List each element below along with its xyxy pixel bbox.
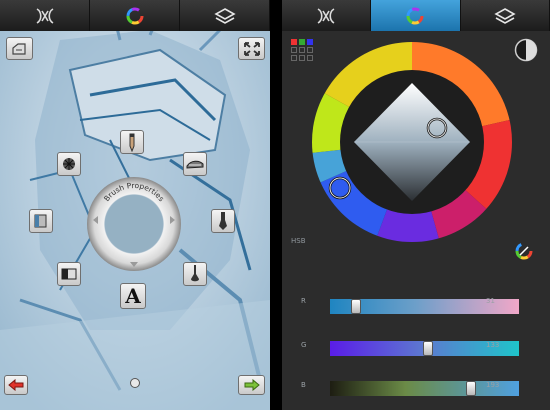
sketch-panel: A Brush Properties bbox=[0, 0, 270, 410]
text-tool-icon: A bbox=[125, 284, 141, 308]
panel-divider bbox=[270, 0, 282, 410]
color-wheel-icon bbox=[406, 7, 424, 24]
marker-icon bbox=[34, 214, 47, 228]
tab-brush-library[interactable] bbox=[282, 0, 372, 31]
right-toolbar bbox=[282, 0, 550, 31]
canvas-pin-indicator bbox=[130, 378, 140, 388]
layers-icon bbox=[213, 7, 236, 24]
color-wheel[interactable] bbox=[292, 35, 532, 250]
color-mode-toggle-icon[interactable] bbox=[514, 241, 534, 261]
color-wheel-icon bbox=[126, 7, 143, 24]
ink-brush-icon bbox=[219, 212, 227, 230]
pencil-icon bbox=[129, 133, 135, 152]
paint-brush-icon bbox=[191, 265, 199, 282]
brush-library-icon bbox=[317, 7, 335, 24]
slider-blue-label: B bbox=[301, 381, 306, 389]
slider-red-value: 31 bbox=[486, 297, 495, 305]
slider-blue-value: 193 bbox=[486, 381, 500, 389]
tab-color-wheel[interactable] bbox=[371, 0, 461, 31]
airbrush-tool[interactable] bbox=[57, 152, 81, 176]
left-toolbar bbox=[0, 0, 270, 31]
eraser-tool[interactable] bbox=[57, 262, 81, 286]
marker-tool[interactable] bbox=[29, 209, 53, 233]
brush-library-icon bbox=[36, 7, 53, 24]
tab-color-wheel[interactable] bbox=[90, 0, 180, 31]
undo-icon bbox=[11, 42, 26, 55]
tab-brush-library[interactable] bbox=[0, 0, 90, 31]
eraser-icon bbox=[61, 268, 77, 280]
forward-button[interactable] bbox=[238, 375, 265, 395]
undo-button[interactable] bbox=[6, 37, 33, 60]
pencil-tool[interactable] bbox=[120, 130, 144, 154]
slider-red-thumb[interactable] bbox=[351, 299, 362, 314]
airbrush-icon bbox=[63, 158, 75, 170]
tab-layers[interactable] bbox=[460, 0, 550, 31]
fullscreen-button[interactable] bbox=[238, 37, 265, 60]
back-button[interactable] bbox=[4, 375, 28, 395]
color-editor-panel: HSB R 31 G 133 B 193 bbox=[282, 0, 550, 410]
text-tool[interactable]: A bbox=[120, 283, 146, 309]
layers-icon bbox=[494, 7, 516, 24]
ink-brush-tool[interactable] bbox=[211, 209, 235, 233]
forward-arrow-icon bbox=[244, 379, 260, 391]
smudge-icon bbox=[186, 160, 204, 169]
slider-red-label: R bbox=[301, 297, 306, 305]
smudge-tool[interactable] bbox=[183, 152, 207, 176]
slider-blue-thumb[interactable] bbox=[466, 381, 477, 396]
back-arrow-icon bbox=[8, 379, 24, 391]
fullscreen-icon bbox=[243, 41, 260, 56]
color-mode-label: HSB bbox=[291, 237, 306, 245]
tab-layers[interactable] bbox=[180, 0, 270, 31]
brush-properties-dial[interactable]: Brush Properties bbox=[84, 174, 184, 274]
slider-green-value: 133 bbox=[486, 341, 500, 349]
slider-green-label: G bbox=[301, 341, 307, 349]
slider-green-thumb[interactable] bbox=[423, 341, 434, 356]
paint-brush-tool[interactable] bbox=[183, 262, 207, 286]
